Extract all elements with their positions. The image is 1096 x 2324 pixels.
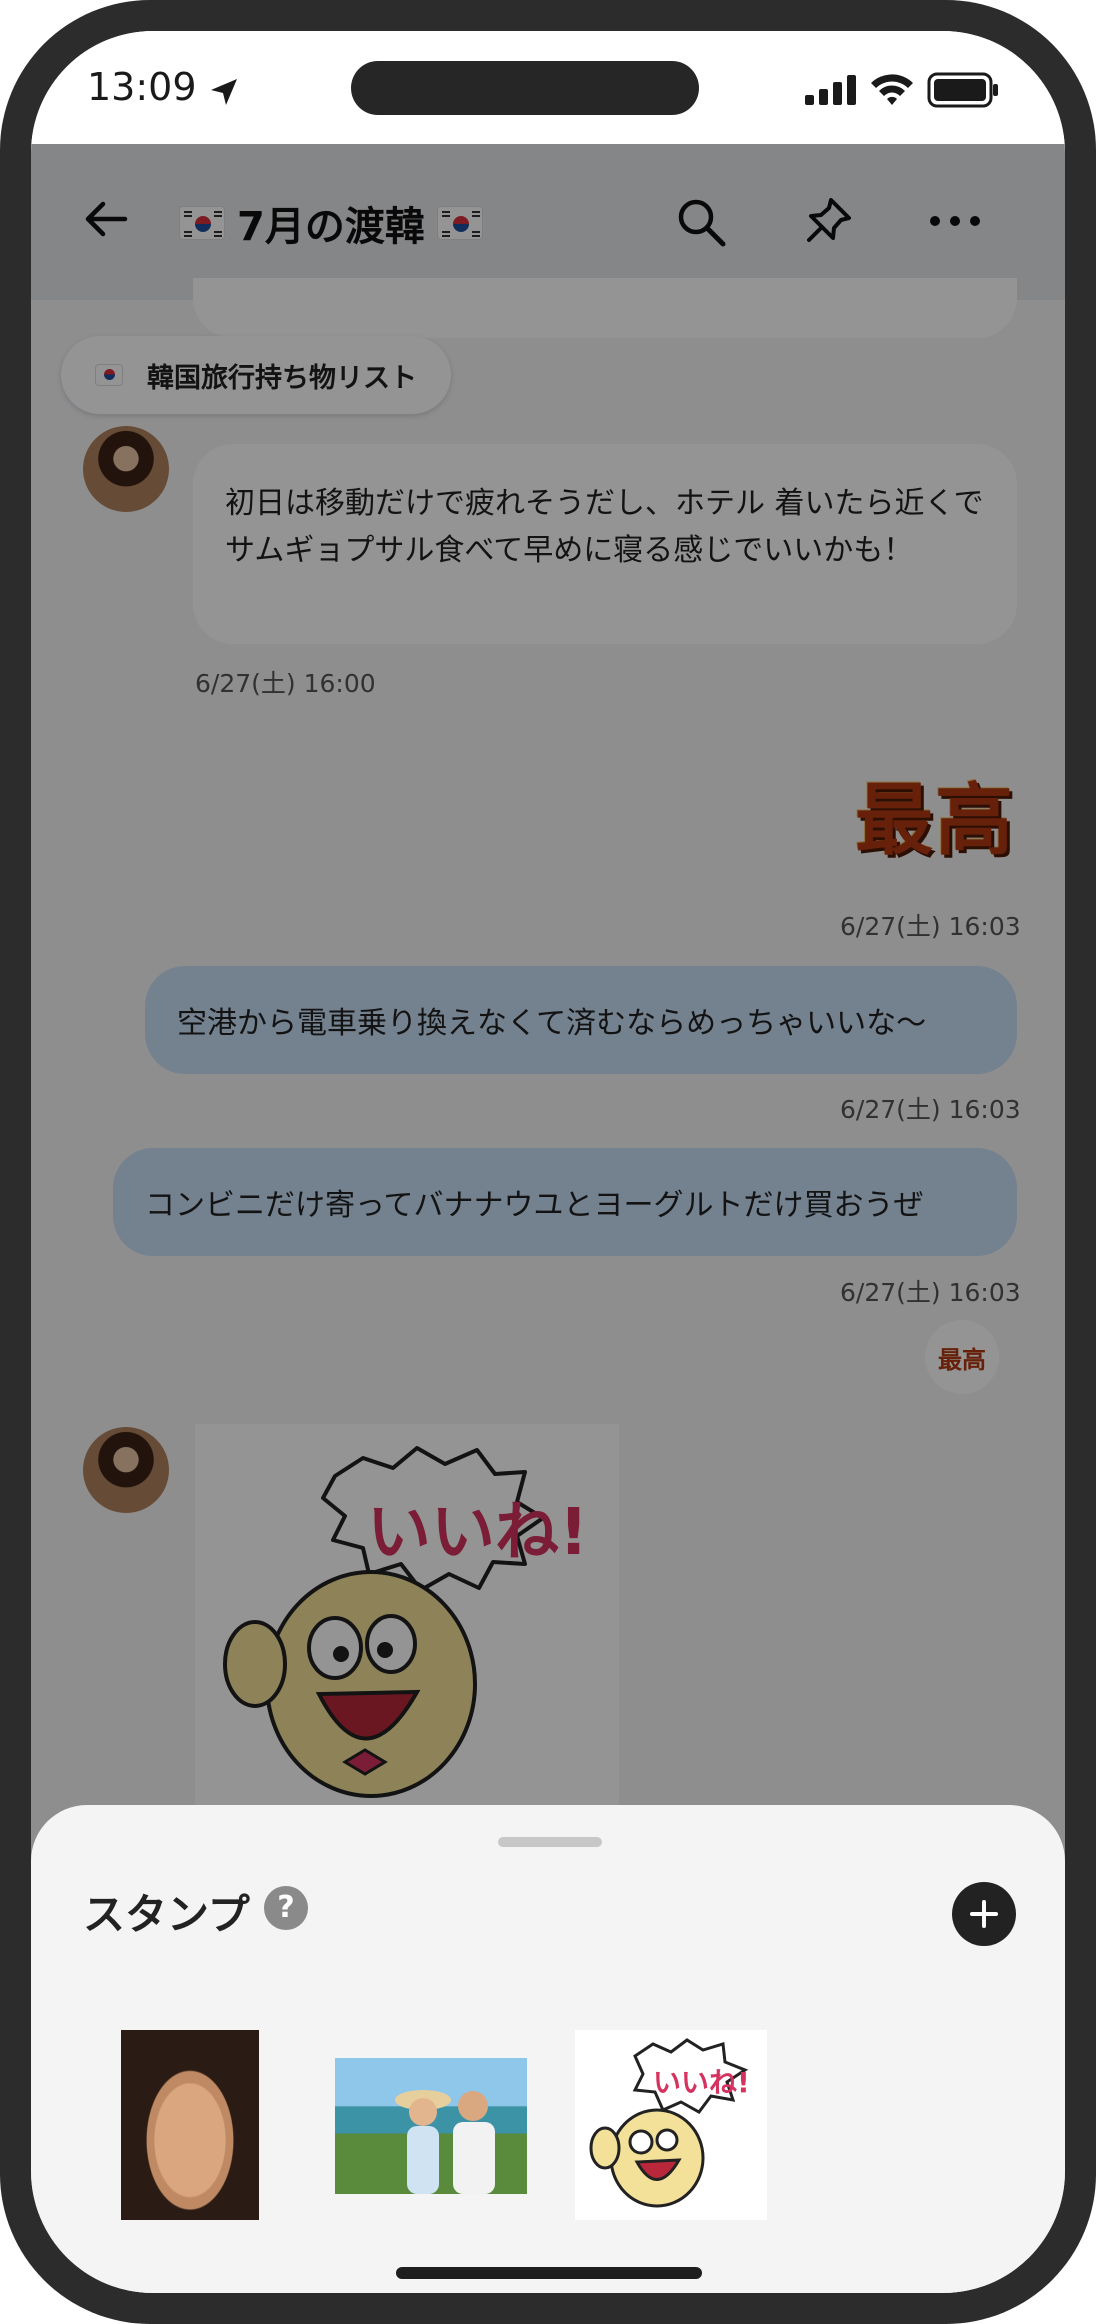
wifi-icon xyxy=(871,74,913,105)
home-indicator xyxy=(396,2267,702,2279)
stamp-sheet-title: スタンプ xyxy=(83,1890,250,1939)
help-icon[interactable]: ? xyxy=(264,1886,308,1930)
dynamic-island xyxy=(351,61,699,115)
couple-photo-image xyxy=(395,2090,495,2194)
phone-frame: 13:09 7月の渡韓 韓国旅行持ち物リスト 初日は移動だけで疲れそうだし、ホテ… xyxy=(0,0,1096,2324)
status-time: 13:09 xyxy=(87,65,197,109)
stamp-sheet: スタンプ ? いいね! xyxy=(31,1805,1065,2293)
cellular-signal-icon xyxy=(805,75,856,105)
iine-sticker-mini: いいね! xyxy=(589,2038,750,2208)
stamp-thumbnail-face-photo[interactable] xyxy=(121,2030,259,2220)
phone-screen: 13:09 7月の渡韓 韓国旅行持ち物リスト 初日は移動だけで疲れそうだし、ホテ… xyxy=(31,31,1065,2293)
sticker-mini-text: いいね! xyxy=(653,2066,750,2099)
status-bar: 13:09 xyxy=(31,31,1065,144)
location-arrow-icon xyxy=(211,79,237,105)
battery-icon xyxy=(927,72,998,108)
stamp-thumbnail-iine-sticker[interactable]: いいね! xyxy=(575,2030,767,2220)
add-stamp-button[interactable] xyxy=(952,1882,1016,1946)
stamp-thumbnail-couple-photo[interactable] xyxy=(335,2058,527,2194)
sheet-drag-handle[interactable] xyxy=(498,1837,602,1847)
